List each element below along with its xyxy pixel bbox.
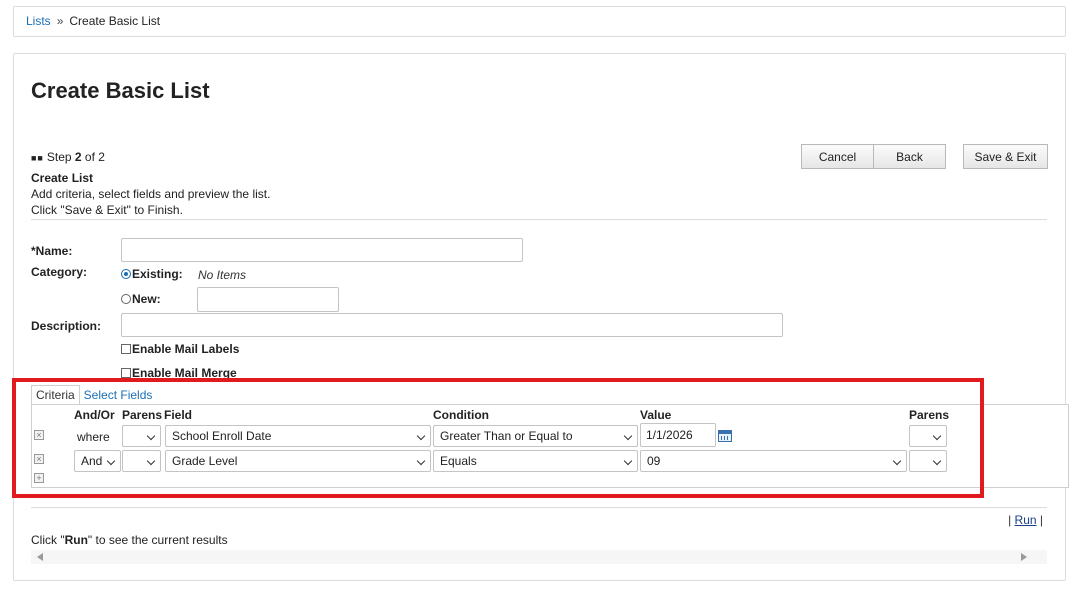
row1-condition-value: Greater Than or Equal to	[440, 429, 573, 443]
row1-and-or-text: where	[77, 430, 110, 444]
row1-parens-close-select[interactable]	[909, 425, 947, 447]
add-row-icon[interactable]: +	[34, 473, 44, 483]
remove-row-icon[interactable]: ×	[34, 430, 44, 440]
step-instruction-2: Click "Save & Exit" to Finish.	[31, 203, 183, 217]
row2-field-value: Grade Level	[172, 454, 238, 468]
chevron-down-icon	[146, 456, 156, 466]
run-suffix: |	[1036, 513, 1043, 527]
results-hint: Click "Run" to see the current results	[31, 533, 228, 547]
description-input[interactable]	[121, 313, 783, 337]
chevron-down-icon	[932, 456, 942, 466]
chevron-down-icon	[932, 431, 942, 441]
category-existing-radio[interactable]: Existing:	[121, 267, 183, 281]
scroll-left-icon[interactable]	[37, 553, 43, 561]
row1-condition-select[interactable]: Greater Than or Equal to	[433, 425, 638, 447]
name-label: *Name:	[31, 244, 73, 258]
header-value: Value	[640, 408, 672, 422]
description-label: Description:	[31, 319, 102, 333]
row2-field-select[interactable]: Grade Level	[165, 450, 431, 472]
chevron-down-icon	[623, 456, 633, 466]
header-field: Field	[164, 408, 193, 422]
results-hint-bold: Run	[64, 533, 88, 547]
remove-row-icon[interactable]: ×	[34, 454, 44, 464]
run-link[interactable]: Run	[1015, 513, 1037, 527]
row2-condition-value: Equals	[440, 454, 477, 468]
step-indicator: ■■ Step 2 of 2	[31, 149, 270, 166]
chevron-down-icon	[416, 431, 426, 441]
chevron-down-icon	[146, 431, 156, 441]
tab-select-fields[interactable]: Select Fields	[80, 386, 157, 404]
breadcrumb-separator: »	[56, 14, 64, 28]
chevron-down-icon	[416, 456, 426, 466]
category-new-radio[interactable]: New:	[121, 292, 161, 306]
row2-value-value: 09	[647, 454, 661, 468]
row2-parens-close-select[interactable]	[909, 450, 947, 472]
main-panel: Create Basic List ■■ Step 2 of 2 Create L…	[13, 53, 1069, 581]
mail-merge-label: Enable Mail Merge	[132, 366, 237, 380]
breadcrumb-lists-link[interactable]: Lists	[26, 14, 51, 28]
enable-mail-labels-checkbox[interactable]: Enable Mail Labels	[121, 342, 239, 356]
row1-parens-open-select[interactable]	[122, 425, 161, 447]
divider	[31, 219, 1047, 220]
calendar-icon[interactable]	[718, 430, 732, 442]
step-number: 2	[74, 150, 82, 164]
new-label: New:	[132, 292, 161, 306]
header-parens-open: Parens	[122, 408, 163, 422]
scroll-right-icon[interactable]	[1021, 553, 1027, 561]
name-input[interactable]	[121, 238, 523, 262]
existing-label: Existing:	[132, 267, 183, 281]
row1-field-select[interactable]: School Enroll Date	[165, 425, 431, 447]
checkbox-icon[interactable]	[121, 344, 131, 354]
tab-criteria[interactable]: Criteria	[31, 385, 80, 404]
row2-value-select[interactable]: 09	[640, 450, 907, 472]
breadcrumb: Lists » Create Basic List	[13, 6, 1066, 37]
header-parens-close: Parens	[909, 408, 950, 422]
row2-parens-open-select[interactable]	[122, 450, 161, 472]
chevron-down-icon	[892, 456, 902, 466]
existing-note: No Items	[198, 268, 247, 282]
cancel-button[interactable]: Cancel	[801, 144, 874, 169]
checkbox-icon[interactable]	[121, 368, 131, 378]
step-progress-icon: ■■	[31, 153, 44, 163]
chevron-down-icon	[623, 431, 633, 441]
results-hint-before: Click "	[31, 533, 65, 547]
chevron-down-icon	[106, 456, 116, 466]
row1-field-value: School Enroll Date	[172, 429, 272, 443]
horizontal-scrollbar[interactable]	[31, 550, 1047, 564]
back-button[interactable]: Back	[873, 144, 946, 169]
step-heading: Create List	[31, 171, 94, 185]
mail-labels-label: Enable Mail Labels	[132, 342, 240, 356]
breadcrumb-current: Create Basic List	[69, 14, 161, 28]
new-category-input[interactable]	[197, 287, 339, 312]
row1-value-input[interactable]: 1/1/2026	[640, 423, 716, 447]
save-exit-button[interactable]: Save & Exit	[963, 144, 1048, 169]
step-instruction-1: Add criteria, select fields and preview …	[31, 187, 271, 201]
row2-condition-select[interactable]: Equals	[433, 450, 638, 472]
step-prefix: Step	[46, 150, 75, 164]
row2-and-or-select[interactable]: And	[74, 450, 121, 472]
step-info: ■■ Step 2 of 2 Create List Add criteria, …	[31, 149, 270, 218]
row2-and-or-value: And	[81, 454, 103, 468]
category-label: Category:	[31, 265, 88, 279]
header-condition: Condition	[433, 408, 489, 422]
header-and-or: And/Or	[74, 408, 115, 422]
tab-strip: Criteria Select Fields	[31, 385, 157, 404]
criteria-grid: And/Or Parens Field Condition Value Pare…	[31, 404, 1069, 488]
step-suffix: of 2	[81, 150, 105, 164]
enable-mail-merge-checkbox[interactable]: Enable Mail Merge	[121, 366, 237, 380]
run-links: | Run |	[1008, 513, 1043, 527]
radio-selected-icon[interactable]	[121, 269, 131, 279]
page-title: Create Basic List	[31, 78, 210, 103]
radio-unselected-icon[interactable]	[121, 294, 131, 304]
results-divider	[31, 507, 1047, 508]
results-hint-after: " to see the current results	[87, 533, 228, 547]
